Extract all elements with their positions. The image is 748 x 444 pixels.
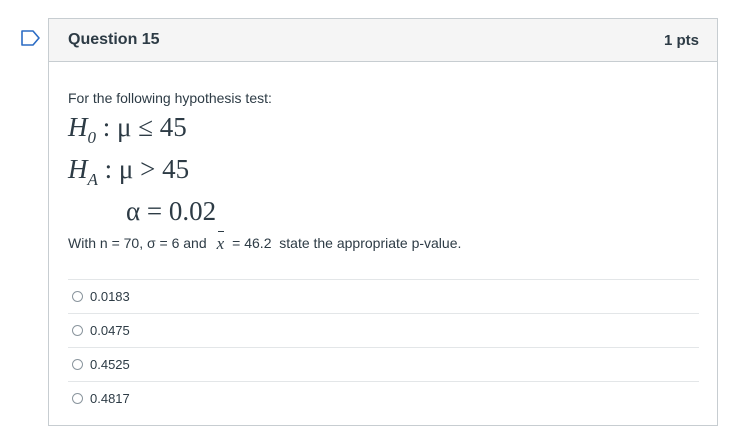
alt-hypothesis: HA : μ > 45 [68,154,699,189]
question-intro: For the following hypothesis test: [68,90,272,106]
answer-label[interactable]: 0.4525 [90,357,130,372]
question-body: For the following hypothesis test: H0 : … [49,62,717,415]
answer-label[interactable]: 0.0475 [90,323,130,338]
given-values: With n = 70, σ = 6 and x = 46.2 state the … [68,231,699,253]
given-prefix: With n = 70, σ = 6 and [68,235,207,251]
bookmark-flag-icon[interactable] [21,30,41,46]
null-hypothesis-subscript: 0 [87,128,97,147]
answer-option[interactable]: 0.4817 [68,381,699,415]
sample-mean-symbol: x [216,231,225,253]
answer-label[interactable]: 0.4817 [90,391,130,406]
answer-option[interactable]: 0.0183 [68,279,699,313]
null-hypothesis-symbol: H [68,112,88,142]
null-hypothesis-statement: : μ ≤ 45 [96,112,187,142]
answer-option[interactable]: 0.4525 [68,347,699,381]
significance-level: α = 0.02 [126,196,217,226]
radio-button[interactable] [72,325,83,336]
radio-button[interactable] [72,393,83,404]
question-header: Question 15 1 pts [49,19,717,62]
answer-label[interactable]: 0.0183 [90,289,130,304]
answer-list: 0.0183 0.0475 0.4525 0.4817 [68,279,699,415]
given-suffix: = 46.2 state the appropriate p-value. [232,235,462,251]
question-card: Question 15 1 pts For the following hypo… [48,18,718,426]
null-hypothesis: H0 : μ ≤ 45 [68,112,699,147]
radio-button[interactable] [72,359,83,370]
alt-hypothesis-subscript: A [87,170,98,189]
answer-option[interactable]: 0.0475 [68,313,699,347]
question-title: Question 15 [68,31,160,48]
radio-button[interactable] [72,291,83,302]
question-points: 1 pts [663,31,699,49]
alt-hypothesis-symbol: H [68,154,88,184]
alt-hypothesis-statement: : μ > 45 [97,154,190,184]
